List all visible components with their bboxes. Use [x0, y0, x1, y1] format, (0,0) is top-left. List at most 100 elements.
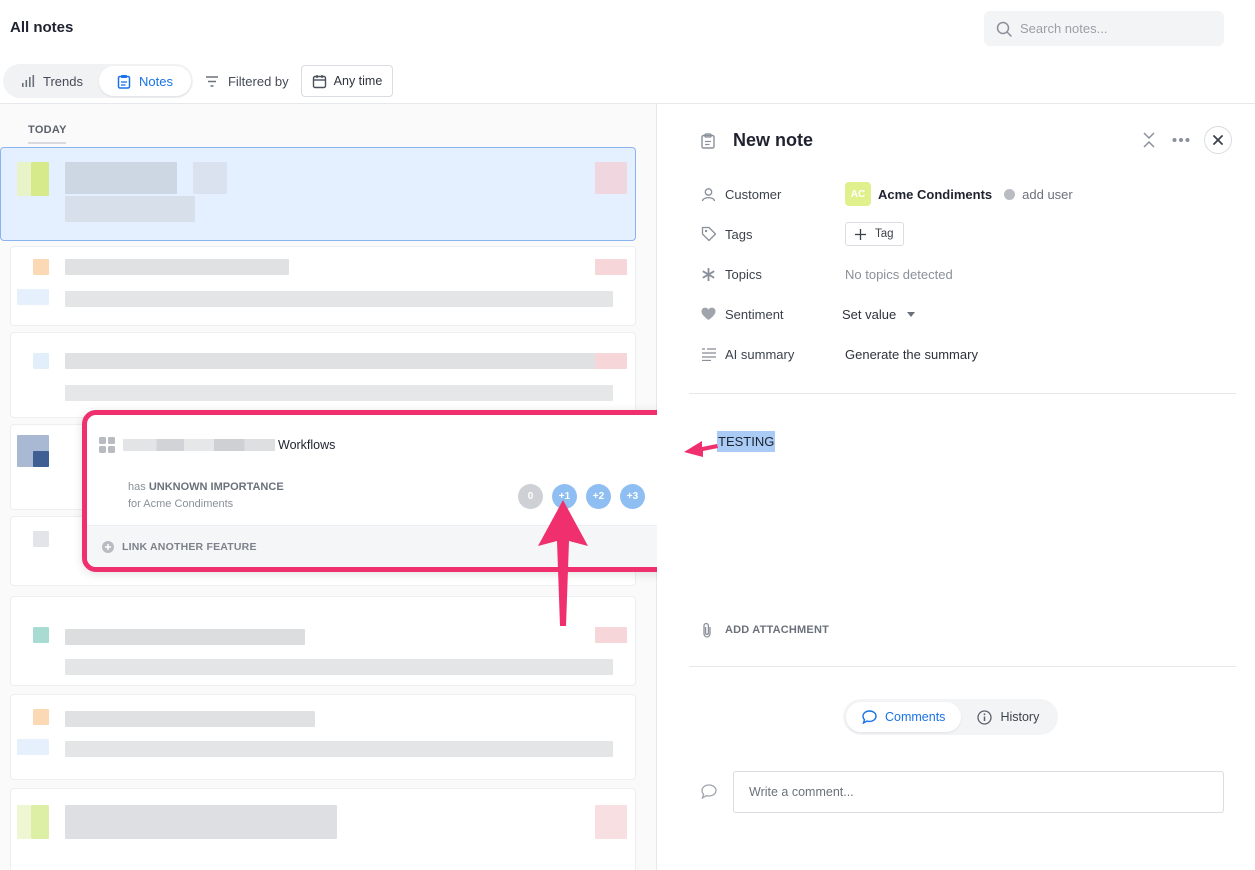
plus-icon [855, 228, 866, 240]
customer-value: AC Acme Condiments add user [845, 182, 1073, 206]
redacted-block [65, 259, 289, 275]
customer-label: Customer [725, 186, 782, 202]
redacted-block [17, 805, 31, 839]
feature-row[interactable]: Workflows [99, 437, 335, 453]
note-clipboard-icon [701, 133, 715, 149]
app-window: All notes Trends [0, 0, 1255, 870]
note-header-actions [1142, 126, 1232, 154]
close-icon [1213, 135, 1223, 145]
generate-summary-button[interactable]: Generate the summary [845, 347, 978, 362]
note-card-selected[interactable] [0, 147, 636, 241]
link-feature-label: LINK ANOTHER FEATURE [122, 540, 257, 553]
redacted-block [31, 805, 49, 839]
redacted-block [65, 805, 337, 839]
tab-history[interactable]: History [961, 702, 1055, 732]
customer-name[interactable]: Acme Condiments [878, 187, 992, 202]
ai-summary-label: AI summary [725, 346, 795, 362]
time-filter-button[interactable]: Any time [300, 65, 394, 97]
collapse-icon[interactable] [1142, 132, 1156, 148]
note-card[interactable] [10, 788, 636, 870]
sentiment-dropdown[interactable]: Set value [842, 307, 916, 322]
link-feature-button[interactable]: LINK ANOTHER FEATURE [87, 525, 676, 567]
plus-dot-icon [1004, 188, 1016, 200]
importance-option-1[interactable]: +1 [552, 484, 577, 509]
add-attachment-button[interactable]: ADD ATTACHMENT [701, 622, 829, 638]
time-filter-label: Any time [333, 74, 383, 88]
tab-comments[interactable]: Comments [846, 702, 962, 732]
trends-button[interactable]: Trends [5, 66, 99, 96]
search-box[interactable] [984, 11, 1224, 46]
trends-label: Trends [43, 73, 83, 89]
note-card[interactable] [10, 332, 636, 418]
redacted-block [65, 162, 177, 194]
view-switch: Trends Notes [3, 64, 193, 98]
note-card[interactable] [10, 246, 636, 326]
redacted-block [33, 451, 49, 467]
importance-option-2[interactable]: +2 [586, 484, 611, 509]
importance-option-3[interactable]: +3 [620, 484, 645, 509]
redacted-block [65, 291, 613, 307]
calendar-icon [312, 74, 326, 88]
note-title[interactable]: New note [733, 130, 813, 151]
importance-prefix: has [128, 481, 146, 493]
redacted-block [17, 162, 31, 196]
redacted-block [595, 627, 627, 643]
section-label-today: TODAY [28, 124, 67, 136]
notes-button[interactable]: Notes [98, 66, 191, 96]
linked-feature-popover: Workflows has UNKNOWN IMPORTANCE for Acm… [82, 410, 681, 572]
add-user-button[interactable]: add user [1004, 187, 1073, 202]
add-attachment-label: ADD ATTACHMENT [725, 624, 830, 636]
search-input[interactable] [1020, 21, 1210, 36]
tags-label: Tags [725, 226, 753, 242]
redacted-block [595, 805, 627, 839]
tab-history-label: History [1000, 710, 1040, 724]
redacted-block [65, 196, 195, 222]
redacted-block [33, 627, 49, 643]
redacted-block [65, 659, 613, 675]
sentiment-row: Sentiment Set value [701, 302, 1221, 326]
feature-name: Workflows [278, 438, 336, 452]
tags-value: Tag [845, 222, 904, 246]
comment-bubble-icon [862, 710, 877, 724]
more-options-icon[interactable] [1172, 137, 1190, 143]
summary-lines-icon [701, 347, 719, 361]
redacted-block [65, 385, 613, 401]
close-button[interactable] [1204, 126, 1232, 154]
add-tag-button[interactable]: Tag [845, 222, 904, 246]
tags-row: Tags Tag [701, 222, 1221, 246]
bar-chart-icon [22, 75, 35, 87]
importance-line: has UNKNOWN IMPORTANCE [128, 479, 284, 496]
topics-row: Topics No topics detected [701, 262, 1221, 286]
notes-label: Notes [138, 73, 173, 89]
topics-value: No topics detected [845, 266, 953, 282]
redacted-block [65, 629, 305, 645]
note-body-selected-text[interactable]: TESTING [717, 431, 776, 452]
add-user-label: add user [1022, 186, 1073, 202]
heart-icon [701, 307, 719, 321]
filter-button[interactable]: Filtered by [205, 74, 289, 89]
plus-circle-icon [102, 540, 114, 553]
comment-icon [701, 784, 717, 799]
customer-row: Customer AC Acme Condiments add user [701, 182, 1221, 206]
redacted-block [17, 289, 49, 305]
topics-label: Topics [725, 266, 762, 282]
note-card[interactable] [10, 596, 636, 686]
caret-down-icon [907, 311, 916, 317]
note-detail: New note Customer AC Acme Condiments add… [657, 104, 1255, 870]
importance-customer: for Acme Condiments [128, 498, 234, 510]
importance-option-0[interactable]: 0 [518, 484, 543, 509]
page-title: All notes [10, 19, 74, 36]
add-tag-label: Tag [875, 228, 894, 240]
note-card[interactable] [10, 694, 636, 780]
customer-avatar: AC [845, 182, 871, 206]
redacted-feature-path [123, 439, 275, 451]
person-icon [701, 187, 719, 202]
asterisk-icon [701, 267, 719, 282]
redacted-block [65, 711, 315, 727]
redacted-block [33, 531, 49, 547]
importance-selector: 0 +1 +2 +3 [518, 484, 654, 509]
clipboard-icon [117, 74, 131, 89]
feature-grid-icon [99, 437, 115, 453]
comment-input[interactable] [733, 771, 1224, 813]
redacted-block [65, 353, 613, 369]
